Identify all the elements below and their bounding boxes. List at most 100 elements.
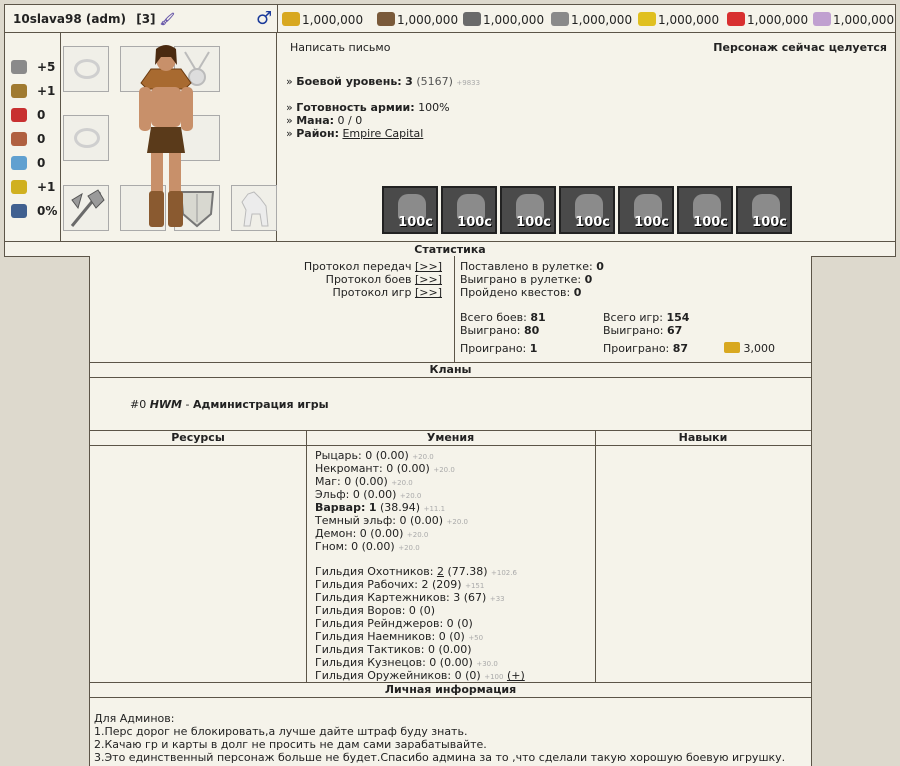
resource-item: 1,000,000: [282, 12, 363, 27]
skill-row: Гильдия Тактиков: 0 (0.00): [315, 643, 472, 656]
spellpower-icon: [11, 108, 27, 122]
games-total: Всего игр: 154: [603, 311, 690, 324]
roulette-bet: Поставлено в рулетке: 0: [460, 260, 604, 273]
troop-slot[interactable]: 100c: [559, 186, 615, 234]
skill-row: Гильдия Кузнецов: 0 (0.00) +30.0: [315, 656, 498, 669]
hero-avatar: [139, 45, 193, 227]
wood-icon: [377, 12, 395, 26]
skill-row: Гильдия Рабочих: 2 (209) +151: [315, 578, 485, 591]
clans-header: Кланы: [90, 362, 811, 378]
attribute-row: 0: [11, 156, 45, 171]
attribute-row: +1: [11, 180, 55, 195]
troop-slot[interactable]: 100c: [677, 186, 733, 234]
troop-count: 100c: [516, 215, 551, 230]
gold-won: 3,000: [724, 342, 775, 355]
male-icon: ♂: [256, 8, 273, 29]
combat-level: » Боевой уровень: 3 (5167) +9833: [286, 75, 481, 88]
luck-icon: [11, 156, 27, 170]
attributes-panel: +5 +1 0 0 0 +1 0%: [5, 33, 61, 241]
troop-count: 100c: [457, 215, 492, 230]
attribute-row: 0: [11, 132, 45, 147]
battles-lost: Проиграно: 1: [460, 342, 538, 355]
status-text: Персонаж сейчас целуется: [713, 41, 887, 54]
attribute-row: 0: [11, 108, 45, 123]
clan-entry: #0 HWM - Администрация игры: [130, 398, 329, 411]
character-name: 10slava98 (adm) [3] 🖌: [13, 12, 175, 26]
skill-row: Гильдия Наемников: 0 (0) +50: [315, 630, 484, 643]
crystal-icon: [727, 12, 745, 26]
header-bar: 10slava98 (adm) [3] 🖌 ♂ 1,000,000 1,000,0…: [5, 5, 895, 33]
write-letter-link[interactable]: Написать письмо: [290, 41, 390, 54]
clan-tag-link[interactable]: HWM: [150, 398, 182, 411]
attribute-value: 0%: [37, 204, 58, 218]
troop-slot[interactable]: 100c: [618, 186, 674, 234]
troop-slot[interactable]: 100c: [500, 186, 556, 234]
games-lost: Проиграно: 87: [603, 342, 689, 355]
district: » Район: Empire Capital: [286, 127, 424, 140]
troop-slot[interactable]: 100c: [736, 186, 792, 234]
skill-row: Гильдия Картежников: 3 (67) +33: [315, 591, 505, 604]
stats-box: Поставлено в рулетке: 0 Выиграно в рулет…: [456, 256, 812, 362]
knowledge-icon: [11, 132, 27, 146]
horse-icon: [241, 191, 269, 227]
skill-row: Некромант: 0 (0.00) +20.0: [315, 462, 455, 475]
troop-count: 100c: [693, 215, 728, 230]
horse-slot[interactable]: [231, 185, 277, 231]
resource-item: 1,000,000: [813, 12, 894, 27]
sulfur-icon: [638, 12, 656, 26]
skill-row: Гном: 0 (0.00) +20.0: [315, 540, 420, 553]
skill-row: Демон: 0 (0.00) +20.0: [315, 527, 429, 540]
attribute-row: 0%: [11, 204, 57, 219]
personal-line: 1.Перс дорог не блокировать,а лучше дайт…: [94, 725, 468, 738]
protocol-battles-link[interactable]: [>>]: [415, 273, 442, 286]
protocols-box: Протокол передач [>>] Протокол боев [>>]…: [90, 256, 455, 362]
attribute-row: +5: [11, 60, 55, 75]
edit-icon[interactable]: 🖌: [160, 12, 175, 26]
gems-icon: [813, 12, 831, 26]
resource-item: 1,000,000: [463, 12, 544, 27]
attribute-value: +1: [37, 84, 56, 98]
info-panel: Написать письмо Персонаж сейчас целуется…: [278, 33, 895, 241]
troop-count: 100c: [398, 215, 433, 230]
ore-icon: [463, 12, 481, 26]
troop-slot[interactable]: 100c: [441, 186, 497, 234]
personal-line: Для Админов:: [94, 712, 175, 725]
equipment-panel: [61, 33, 277, 241]
add-link[interactable]: (+): [507, 669, 525, 682]
skill-row: Рыцарь: 0 (0.00) +20.0: [315, 449, 434, 462]
skill-row: Гильдия Рейнджеров: 0 (0): [315, 617, 473, 630]
weapon-slot[interactable]: [63, 185, 109, 231]
attribute-value: +5: [37, 60, 56, 74]
skill-row: Маг: 0 (0.00) +20.0: [315, 475, 413, 488]
troop-count: 100c: [752, 215, 787, 230]
personal-line: 2.Качаю гр и карты в долг не просить не …: [94, 738, 487, 751]
morale-icon: [11, 180, 27, 194]
district-link[interactable]: Empire Capital: [342, 127, 423, 140]
skills-header: Умения: [306, 430, 595, 446]
defense-icon: [11, 84, 27, 98]
skill-row: Гильдия Оружейников: 0 (0) +100 (+): [315, 669, 525, 682]
skill-row: Гильдия Воров: 0 (0): [315, 604, 435, 617]
attribute-value: 0: [37, 108, 46, 122]
quests-done: Пройдено квестов: 0: [460, 286, 582, 299]
personal-info-header: Личная информация: [90, 682, 811, 698]
level-badge: [3]: [136, 12, 156, 26]
battles-total: Всего боев: 81: [460, 311, 546, 324]
ring-slot-1[interactable]: [63, 46, 109, 92]
resources-header: Ресурсы: [90, 430, 306, 446]
protocol-battles: Протокол боев [>>]: [325, 273, 442, 286]
skill-row: Темный эльф: 0 (0.00) +20.0: [315, 514, 469, 527]
resource-item: 1,000,000: [638, 12, 719, 27]
troop-slot[interactable]: 100c: [382, 186, 438, 234]
protocol-games-link[interactable]: [>>]: [415, 286, 442, 299]
character-panel: 10slava98 (adm) [3] 🖌 ♂ 1,000,000 1,000,0…: [4, 4, 896, 257]
protocol-games: Протокол игр [>>]: [332, 286, 442, 299]
ring-slot-2[interactable]: [63, 115, 109, 161]
games-won: Выиграно: 67: [603, 324, 683, 337]
initiative-icon: [11, 204, 27, 218]
skill-row: Варвар: 1 (38.94) +11.1: [315, 501, 446, 514]
gold-icon: [724, 342, 740, 353]
protocol-transfers-link[interactable]: [>>]: [415, 260, 442, 273]
mana: » Мана: 0 / 0: [286, 114, 363, 127]
attribute-value: 0: [37, 156, 46, 170]
